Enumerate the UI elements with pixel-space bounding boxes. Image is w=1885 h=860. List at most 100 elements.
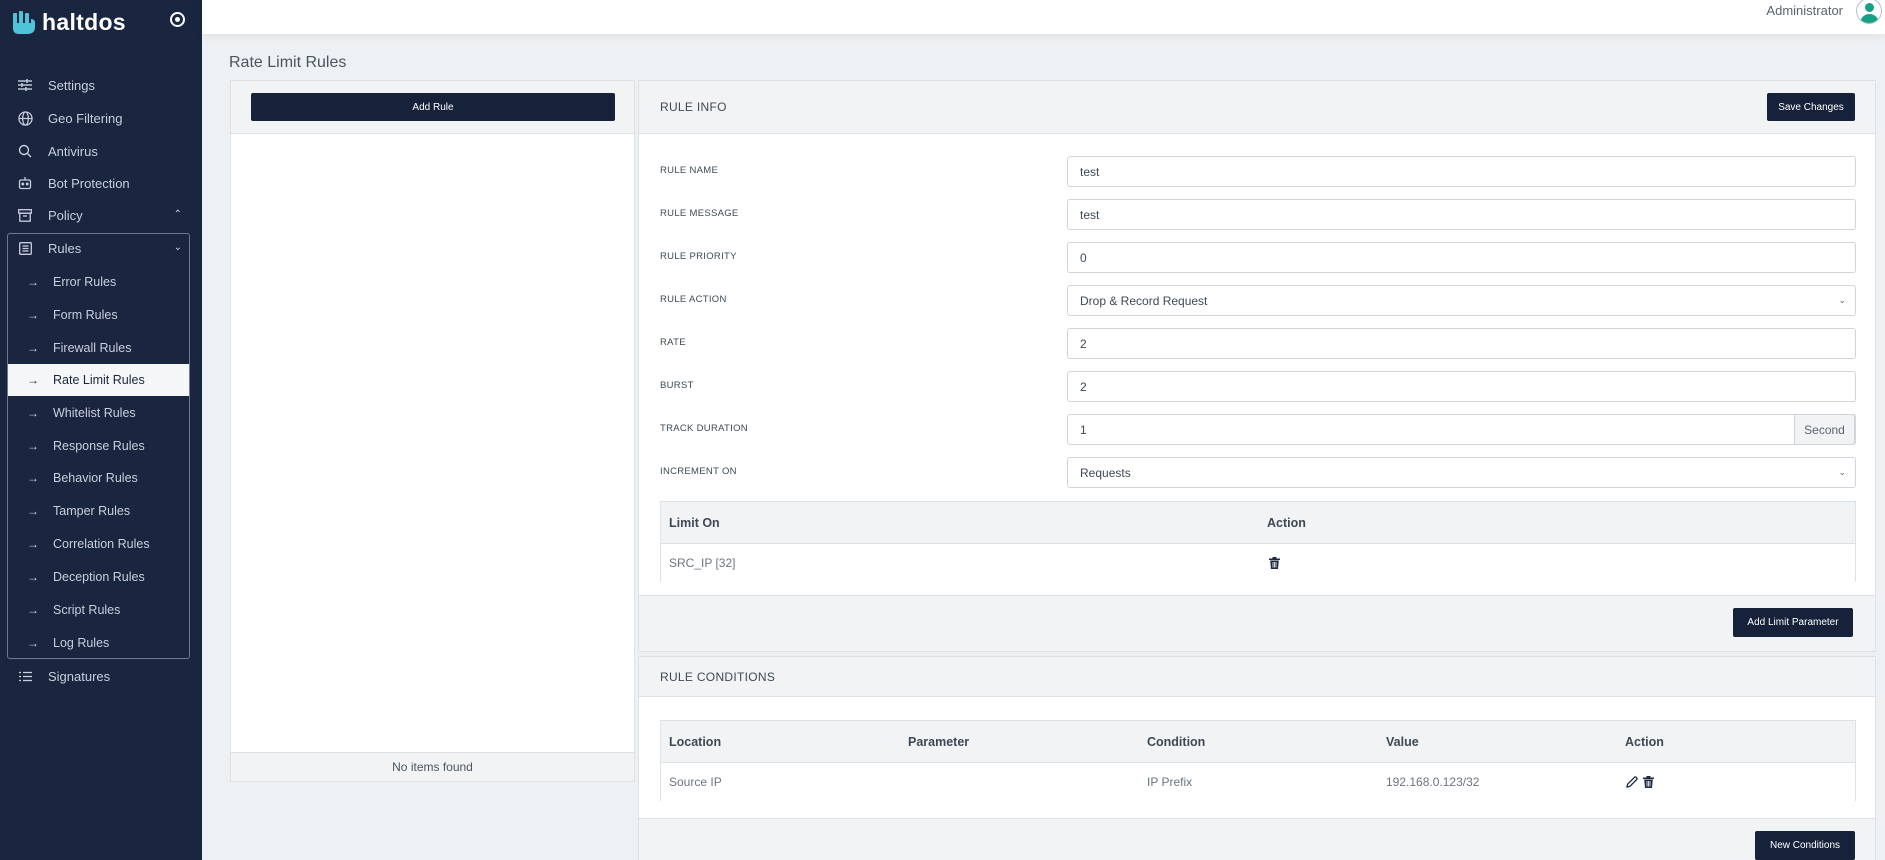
toggle-sidebar-icon[interactable] — [170, 12, 185, 27]
sidebar-subitem-label: Response Rules — [53, 439, 145, 453]
top-bar: Administrator — [202, 0, 1885, 34]
edit-pencil-icon[interactable] — [1625, 775, 1639, 789]
sidebar-subitem-label: Deception Rules — [53, 570, 145, 584]
sidebar-subitem-response-rules[interactable]: → Response Rules — [8, 430, 189, 462]
arrow-right-icon: → — [27, 341, 39, 355]
arrow-right-icon: → — [27, 636, 39, 650]
sliders-icon — [16, 76, 34, 94]
save-changes-button[interactable]: Save Changes — [1767, 93, 1855, 121]
rule-info-panel: RULE INFO Save Changes RULE NAME test RU… — [638, 80, 1876, 652]
globe-icon — [16, 109, 34, 127]
sidebar-item-label: Signatures — [48, 668, 111, 684]
archive-icon — [16, 206, 34, 224]
sidebar-item-settings[interactable]: Settings — [8, 70, 190, 100]
sidebar-subitem-form-rules[interactable]: → Form Rules — [8, 299, 189, 331]
rule-action-label: RULE ACTION — [660, 294, 727, 305]
arrow-right-icon: → — [27, 275, 39, 289]
trash-icon[interactable] — [1641, 775, 1655, 789]
rule-priority-input[interactable]: 0 — [1067, 242, 1856, 273]
rule-action-select[interactable]: Drop & Record Request ⌄ — [1067, 285, 1856, 316]
new-conditions-button[interactable]: New Conditions — [1755, 831, 1855, 860]
arrow-right-icon: → — [27, 471, 39, 485]
rule-action-value: Drop & Record Request — [1080, 293, 1208, 308]
sidebar-subitem-label: Rate Limit Rules — [53, 373, 145, 387]
sidebar-subitem-label: Tamper Rules — [53, 504, 131, 518]
conditions-table-header: Location Parameter Condition Value Actio… — [661, 721, 1855, 763]
add-rule-button[interactable]: Add Rule — [251, 93, 615, 121]
increment-on-value: Requests — [1080, 465, 1131, 480]
limit-table-header: Limit On Action — [661, 502, 1855, 544]
sidebar-subitem-script-rules[interactable]: → Script Rules — [8, 594, 189, 626]
rule-conditions-footer: New Conditions — [639, 818, 1875, 860]
column-header-action: Action — [1267, 515, 1306, 530]
logo[interactable]: haltdos — [12, 9, 126, 36]
rule-conditions-panel: RULE CONDITIONS Location Parameter Condi… — [638, 656, 1876, 860]
add-limit-parameter-button[interactable]: Add Limit Parameter — [1733, 608, 1853, 637]
table-row: SRC_IP [32] — [661, 544, 1855, 582]
arrow-right-icon: → — [27, 406, 39, 420]
sidebar-subitem-rate-limit-rules[interactable]: → Rate Limit Rules — [8, 364, 189, 396]
trash-icon[interactable] — [1267, 556, 1281, 570]
track-duration-unit: Second — [1794, 414, 1855, 445]
rule-name-label: RULE NAME — [660, 165, 719, 176]
burst-input[interactable]: 2 — [1067, 371, 1856, 402]
rule-list-panel: Add Rule No items found — [230, 80, 635, 782]
rule-message-input[interactable]: test — [1067, 199, 1856, 230]
robot-icon — [16, 174, 34, 192]
user-name[interactable]: Administrator — [1766, 3, 1843, 18]
column-header-limit-on: Limit On — [669, 515, 720, 530]
sidebar-subitem-label: Log Rules — [53, 636, 110, 650]
track-duration-input[interactable]: 1 Second — [1067, 414, 1856, 445]
rule-priority-label: RULE PRIORITY — [660, 251, 737, 262]
column-header-location: Location — [669, 734, 722, 749]
search-icon — [16, 142, 34, 160]
rate-input[interactable]: 2 — [1067, 328, 1856, 359]
conditions-table: Location Parameter Condition Value Actio… — [660, 720, 1856, 801]
chevron-up-icon: ⌃ — [173, 209, 182, 220]
rule-message-label: RULE MESSAGE — [660, 208, 739, 219]
rate-label: RATE — [660, 337, 686, 348]
sidebar-subitem-firewall-rules[interactable]: → Firewall Rules — [8, 332, 189, 364]
sidebar-item-rules[interactable]: Rules ⌄ — [8, 233, 190, 263]
rule-name-input[interactable]: test — [1067, 156, 1856, 187]
track-duration-label: TRACK DURATION — [660, 423, 748, 434]
sidebar-subitem-correlation-rules[interactable]: → Correlation Rules — [8, 528, 189, 560]
column-header-parameter: Parameter — [908, 734, 970, 749]
sidebar-subitem-behavior-rules[interactable]: → Behavior Rules — [8, 462, 189, 494]
sidebar-item-signatures[interactable]: Signatures — [8, 661, 190, 691]
increment-on-label: INCREMENT ON — [660, 466, 737, 477]
sidebar-subitem-deception-rules[interactable]: → Deception Rules — [8, 561, 189, 593]
sidebar-item-label: Antivirus — [48, 143, 98, 159]
empty-list-message: No items found — [231, 752, 634, 781]
limit-on-cell: SRC_IP [32] — [669, 556, 736, 570]
chevron-down-icon: ⌄ — [173, 242, 182, 253]
table-row: Source IP IP Prefix 192.168.0.123/32 — [661, 763, 1855, 801]
increment-on-select[interactable]: Requests ⌄ — [1067, 457, 1856, 488]
sidebar-subitem-log-rules[interactable]: → Log Rules — [8, 627, 189, 659]
sidebar-subitem-label: Whitelist Rules — [53, 406, 136, 420]
burst-label: BURST — [660, 380, 694, 391]
sidebar-item-bot-protection[interactable]: Bot Protection — [8, 168, 190, 198]
track-duration-value: 1 — [1080, 422, 1087, 437]
sidebar-subitem-whitelist-rules[interactable]: → Whitelist Rules — [8, 397, 189, 429]
sidebar-subitem-label: Firewall Rules — [53, 341, 132, 355]
rule-conditions-title: RULE CONDITIONS — [660, 670, 776, 684]
sidebar-subitem-tamper-rules[interactable]: → Tamper Rules — [8, 495, 189, 527]
sidebar-item-label: Policy — [48, 207, 83, 223]
sidebar-item-label: Settings — [48, 77, 95, 93]
sidebar-item-geo-filtering[interactable]: Geo Filtering — [8, 103, 190, 133]
rule-info-header: RULE INFO Save Changes — [639, 81, 1875, 134]
limit-table: Limit On Action SRC_IP [32] — [660, 501, 1856, 582]
user-avatar-icon[interactable] — [1856, 0, 1882, 24]
list-box-icon — [16, 239, 34, 257]
arrow-right-icon: → — [27, 308, 39, 322]
sidebar-item-policy[interactable]: Policy ⌃ — [8, 200, 190, 230]
column-header-value: Value — [1386, 734, 1419, 749]
sidebar-subitem-label: Script Rules — [53, 603, 121, 617]
rule-info-footer: Add Limit Parameter — [639, 595, 1875, 651]
column-header-condition: Condition — [1147, 734, 1206, 749]
sidebar-subitem-label: Error Rules — [53, 275, 117, 289]
column-header-action: Action — [1625, 734, 1664, 749]
sidebar-subitem-error-rules[interactable]: → Error Rules — [8, 266, 189, 298]
sidebar-item-antivirus[interactable]: Antivirus — [8, 136, 190, 166]
